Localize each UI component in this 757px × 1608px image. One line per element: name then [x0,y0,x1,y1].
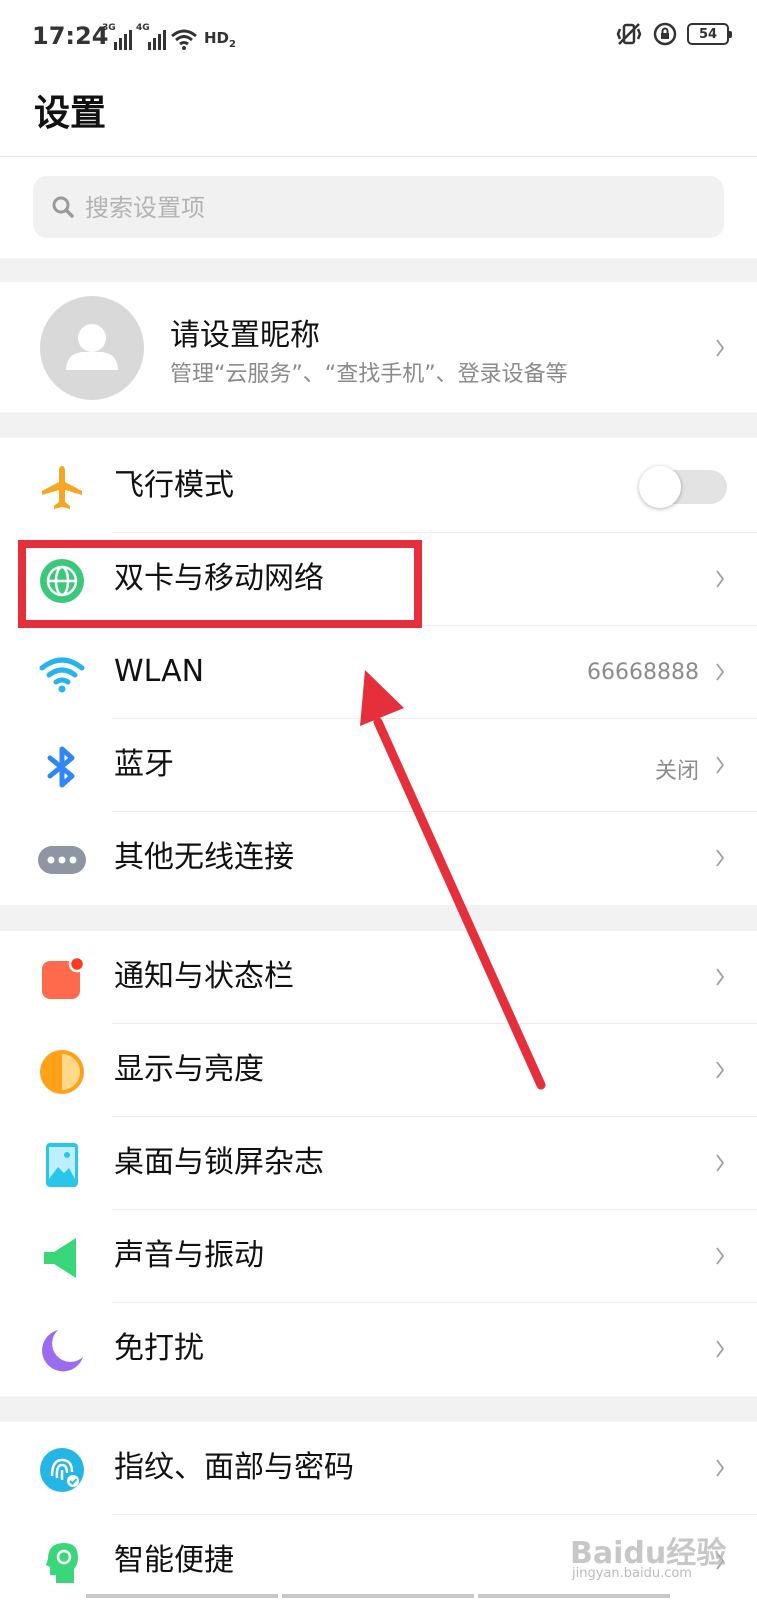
settings-row-label: 免打扰 [114,1331,204,1366]
search-box[interactable] [33,176,724,240]
chevron-right-icon [716,663,725,681]
settings-row-label: 蓝牙 [114,747,174,782]
chevron-right-icon [716,1459,725,1477]
search-icon [52,196,74,218]
airplane-mode-toggle[interactable] [639,466,727,508]
status-time: 17:24 [32,22,109,50]
status-icons-left: 3G 4G HD2 [102,22,236,50]
chevron-right-icon [716,570,725,588]
airplane-icon [42,466,82,509]
avatar [40,296,144,400]
wallpaper-icon [46,1143,78,1187]
settings-row-label: 桌面与锁屏杂志 [114,1145,324,1180]
settings-row-label: 通知与状态栏 [114,959,294,994]
settings-row-label: 飞行模式 [114,468,234,503]
wlan-network-name: 66668888 [587,660,699,685]
settings-row-label: 智能便捷 [114,1543,234,1578]
settings-row-fingerprint[interactable]: 指纹、面部与密码 [0,1422,757,1515]
page-title: 设置 [34,93,107,134]
settings-row-bluetooth[interactable]: 蓝牙 关闭 [0,719,757,812]
watermark-url: jingyan.baidu.com [572,1566,692,1581]
annotation-highlight-box [18,540,422,628]
profile-name: 请设置昵称 [170,318,320,353]
search-input[interactable] [83,176,707,240]
toggle-knob [639,466,681,508]
settings-row-label: 指纹、面部与密码 [114,1450,354,1485]
chevron-right-icon [716,1247,725,1265]
moon-icon [42,1330,83,1372]
settings-row-sound[interactable]: 声音与振动 [0,1210,757,1303]
chevron-right-icon [716,1154,725,1172]
chevron-right-icon [716,849,725,867]
settings-row-label: WLAN [114,654,205,689]
chevron-right-icon [716,339,725,357]
section-gap [0,905,757,931]
bluetooth-status: 关闭 [654,759,699,784]
bluetooth-icon [47,746,75,788]
settings-row-notifications[interactable]: 通知与状态栏 [0,931,757,1024]
brightness-icon [40,1050,84,1094]
chevron-right-icon [716,1061,725,1079]
rotation-lock-icon [653,22,677,46]
wifi-icon [171,29,197,50]
settings-row-airplane-mode[interactable]: 飞行模式 [0,440,757,533]
section-gap [0,258,757,282]
battery-icon: 54 [687,23,732,45]
notification-icon [42,955,86,999]
chevron-right-icon [716,1340,725,1358]
chevron-right-icon [716,756,725,774]
profile-row[interactable]: 请设置昵称 管理“云服务”、“查找手机”、登录设备等 [0,282,757,412]
settings-row-label: 其他无线连接 [114,840,294,875]
settings-row-other-wireless[interactable]: 其他无线连接 [0,812,757,905]
wifi-icon [39,657,85,693]
status-bar: 17:24 3G 4G HD2 54 [0,0,757,80]
hd-badge: HD2 [204,29,236,50]
status-icons-right: 54 [615,22,732,46]
vibrate-icon [616,23,642,45]
settings-row-wlan[interactable]: WLAN 66668888 [0,626,757,719]
navigation-bar [86,1594,670,1598]
signal-icon: 3G [102,24,132,50]
settings-row-label: 声音与振动 [114,1238,264,1273]
section-gap [0,412,757,438]
settings-row-display[interactable]: 显示与亮度 [0,1024,757,1117]
battery-level: 54 [698,26,718,42]
settings-row-do-not-disturb[interactable]: 免打扰 [0,1303,757,1396]
smart-assist-icon [46,1543,78,1583]
chevron-right-icon [716,968,725,986]
header-divider [0,156,757,157]
signal-icon: 4G [136,24,166,50]
settings-row-label: 显示与亮度 [114,1052,264,1087]
user-icon [66,324,118,370]
settings-row-wallpaper[interactable]: 桌面与锁屏杂志 [0,1117,757,1210]
fingerprint-icon [40,1448,84,1492]
speaker-icon [44,1238,76,1278]
more-icon [38,846,86,874]
profile-subtitle: 管理“云服务”、“查找手机”、登录设备等 [170,362,568,387]
section-gap [0,1396,757,1422]
